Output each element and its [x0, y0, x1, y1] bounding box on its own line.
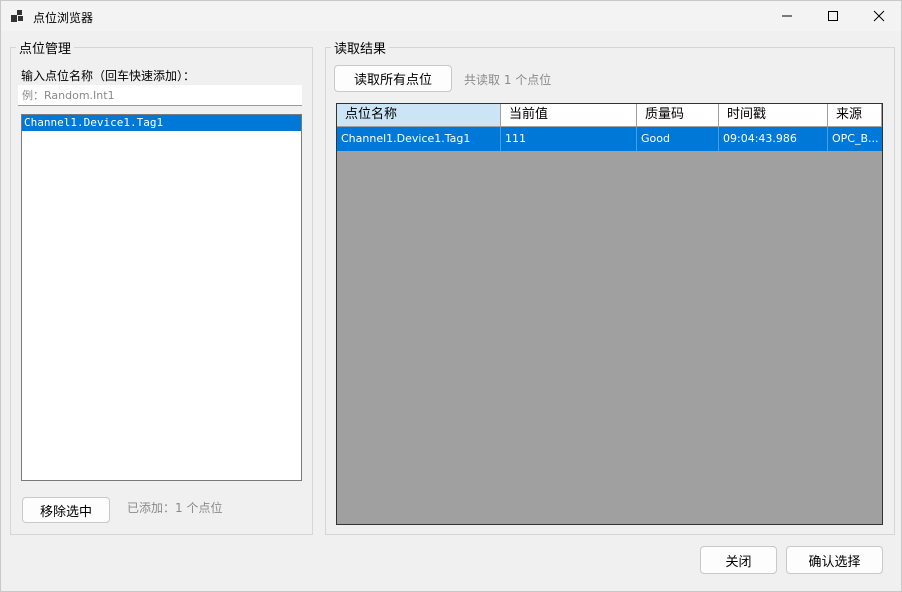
- input-label: 输入点位名称（回车快速添加）：: [21, 69, 196, 83]
- table-row[interactable]: Channel1.Device1.Tag1 111 Good 09:04:43.…: [337, 127, 882, 151]
- cell-source[interactable]: OPC_B...: [828, 127, 882, 151]
- point-listbox[interactable]: Channel1.Device1.Tag1: [21, 114, 302, 481]
- results-grid[interactable]: 点位名称 当前值 质量码 时间戳 来源 Channel1.Device1.Tag…: [336, 103, 883, 525]
- close-window-button[interactable]: [856, 1, 902, 31]
- read-all-button[interactable]: 读取所有点位: [334, 65, 452, 92]
- column-header-timestamp[interactable]: 时间戳: [719, 104, 828, 127]
- cell-quality[interactable]: Good: [637, 127, 719, 151]
- confirm-selection-button[interactable]: 确认选择: [786, 546, 883, 574]
- column-header-current-value[interactable]: 当前值: [501, 104, 637, 127]
- maximize-icon: [828, 11, 838, 21]
- column-header-source[interactable]: 来源: [828, 104, 882, 127]
- point-name-input[interactable]: [18, 85, 302, 106]
- cell-timestamp[interactable]: 09:04:43.986: [719, 127, 828, 151]
- read-results-title: 读取结果: [331, 38, 390, 57]
- cell-current-value[interactable]: 111: [501, 127, 637, 151]
- title-bar[interactable]: 点位浏览器: [1, 1, 901, 31]
- minimize-button[interactable]: [764, 1, 810, 31]
- column-header-point-name[interactable]: 点位名称: [337, 104, 501, 127]
- read-count-status: 共读取 1 个点位: [464, 73, 552, 87]
- app-window-icon: [11, 10, 23, 22]
- added-count-status: 已添加：1 个点位: [127, 501, 223, 515]
- window-title: 点位浏览器: [33, 11, 94, 25]
- maximize-button[interactable]: [810, 1, 856, 31]
- cell-point-name[interactable]: Channel1.Device1.Tag1: [337, 127, 501, 151]
- main-window: 点位浏览器 点位管理 输入点位名称（回车快速添加）： Channel1.Devi…: [0, 0, 902, 592]
- close-icon: [873, 10, 885, 22]
- minimize-icon: [782, 15, 792, 17]
- point-management-title: 点位管理: [16, 38, 75, 57]
- remove-selected-button[interactable]: 移除选中: [22, 497, 110, 523]
- close-button[interactable]: 关闭: [700, 546, 777, 574]
- column-header-quality[interactable]: 质量码: [637, 104, 719, 127]
- list-item[interactable]: Channel1.Device1.Tag1: [22, 115, 301, 131]
- grid-header-row: 点位名称 当前值 质量码 时间戳 来源: [337, 104, 882, 127]
